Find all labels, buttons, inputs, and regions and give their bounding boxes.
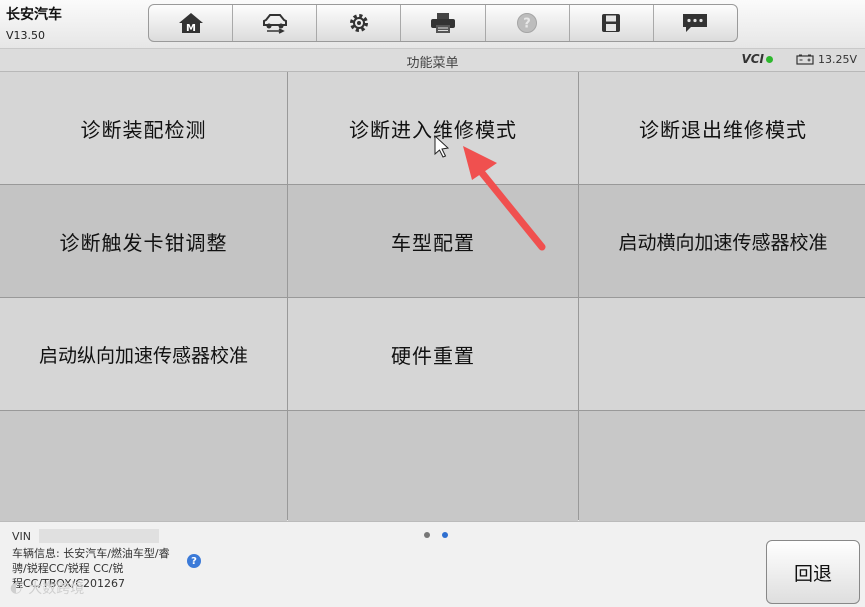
vehicle-swap-icon	[262, 14, 287, 34]
home-m-icon: M	[178, 13, 203, 34]
vehicle-swap-button[interactable]	[233, 5, 318, 41]
menu-item-longitudinal-accel-calibration[interactable]: 启动纵向加速传感器校准	[0, 298, 287, 410]
version-label: V13.50	[6, 29, 46, 42]
page-dot-1[interactable]	[424, 532, 430, 538]
vci-connected-icon	[766, 55, 773, 63]
vci-label: VCI	[741, 52, 764, 66]
vin-label: VIN	[12, 529, 31, 543]
menu-item-caliper-adjust[interactable]: 诊断触发卡钳调整	[0, 185, 287, 297]
message-icon	[683, 14, 708, 32]
watermark-text: 大数跨境	[28, 581, 85, 597]
vci-status: VCI	[741, 52, 773, 66]
brand-block: 长安汽车 V13.50	[6, 6, 62, 44]
battery-status: 13.25V	[796, 53, 857, 66]
print-button[interactable]	[401, 5, 486, 41]
vin-row: VIN	[12, 529, 159, 543]
page-dot-2-active[interactable]	[442, 532, 448, 538]
page-title: 功能菜单	[406, 56, 459, 71]
brand-name: 长安汽车	[6, 7, 62, 23]
menu-item-assembly-check[interactable]: 诊断装配检测	[0, 72, 287, 184]
back-button[interactable]: 回退	[766, 540, 860, 604]
vehicle-info-text: 车辆信息: 长安汽车/燃油车型/睿骋/锐程CC/锐程 CC/锐	[12, 547, 170, 575]
watermark: ◐ 大数跨境	[10, 578, 84, 598]
message-button[interactable]	[654, 5, 737, 41]
svg-text:M: M	[186, 23, 196, 34]
battery-voltage: 13.25V	[817, 53, 857, 66]
vehicle-info-help-icon[interactable]: ?	[187, 554, 201, 568]
top-bar: 长安汽车 V13.50 M ?	[0, 0, 865, 49]
footer-bar: VIN 车辆信息: 长安汽车/燃油车型/睿骋/锐程CC/锐程 CC/锐 程CC/…	[0, 521, 865, 607]
function-menu-grid: 诊断装配检测 诊断进入维修模式 诊断退出维修模式 诊断触发卡钳调整 车型配置 启…	[0, 72, 865, 523]
printer-icon	[430, 13, 455, 33]
page-indicator	[424, 532, 448, 538]
menu-item-exit-service-mode[interactable]: 诊断退出维修模式	[579, 72, 865, 184]
help-button[interactable]: ?	[486, 5, 570, 41]
home-button[interactable]: M	[149, 5, 234, 41]
vin-value-redacted	[39, 529, 159, 543]
help-icon: ?	[517, 13, 538, 33]
menu-item-vehicle-config[interactable]: 车型配置	[288, 185, 578, 297]
menu-item-enter-service-mode[interactable]: 诊断进入维修模式	[288, 72, 578, 184]
battery-icon	[796, 54, 814, 65]
menu-item-empty	[579, 411, 865, 523]
menu-item-empty	[0, 411, 287, 523]
menu-item-lateral-accel-calibration[interactable]: 启动横向加速传感器校准	[579, 185, 865, 297]
settings-button[interactable]	[317, 5, 402, 41]
menu-item-empty	[579, 298, 865, 410]
menu-item-hardware-reset[interactable]: 硬件重置	[288, 298, 578, 410]
menu-item-empty	[288, 411, 578, 523]
gear-icon	[349, 14, 368, 32]
watermark-logo-icon: ◐	[10, 580, 23, 596]
main-toolbar: M ?	[148, 4, 738, 42]
save-button[interactable]	[570, 5, 654, 41]
save-icon	[602, 14, 621, 32]
svg-text:?: ?	[523, 17, 531, 32]
sub-header: 功能菜单 VCI 13.25V	[0, 49, 865, 72]
